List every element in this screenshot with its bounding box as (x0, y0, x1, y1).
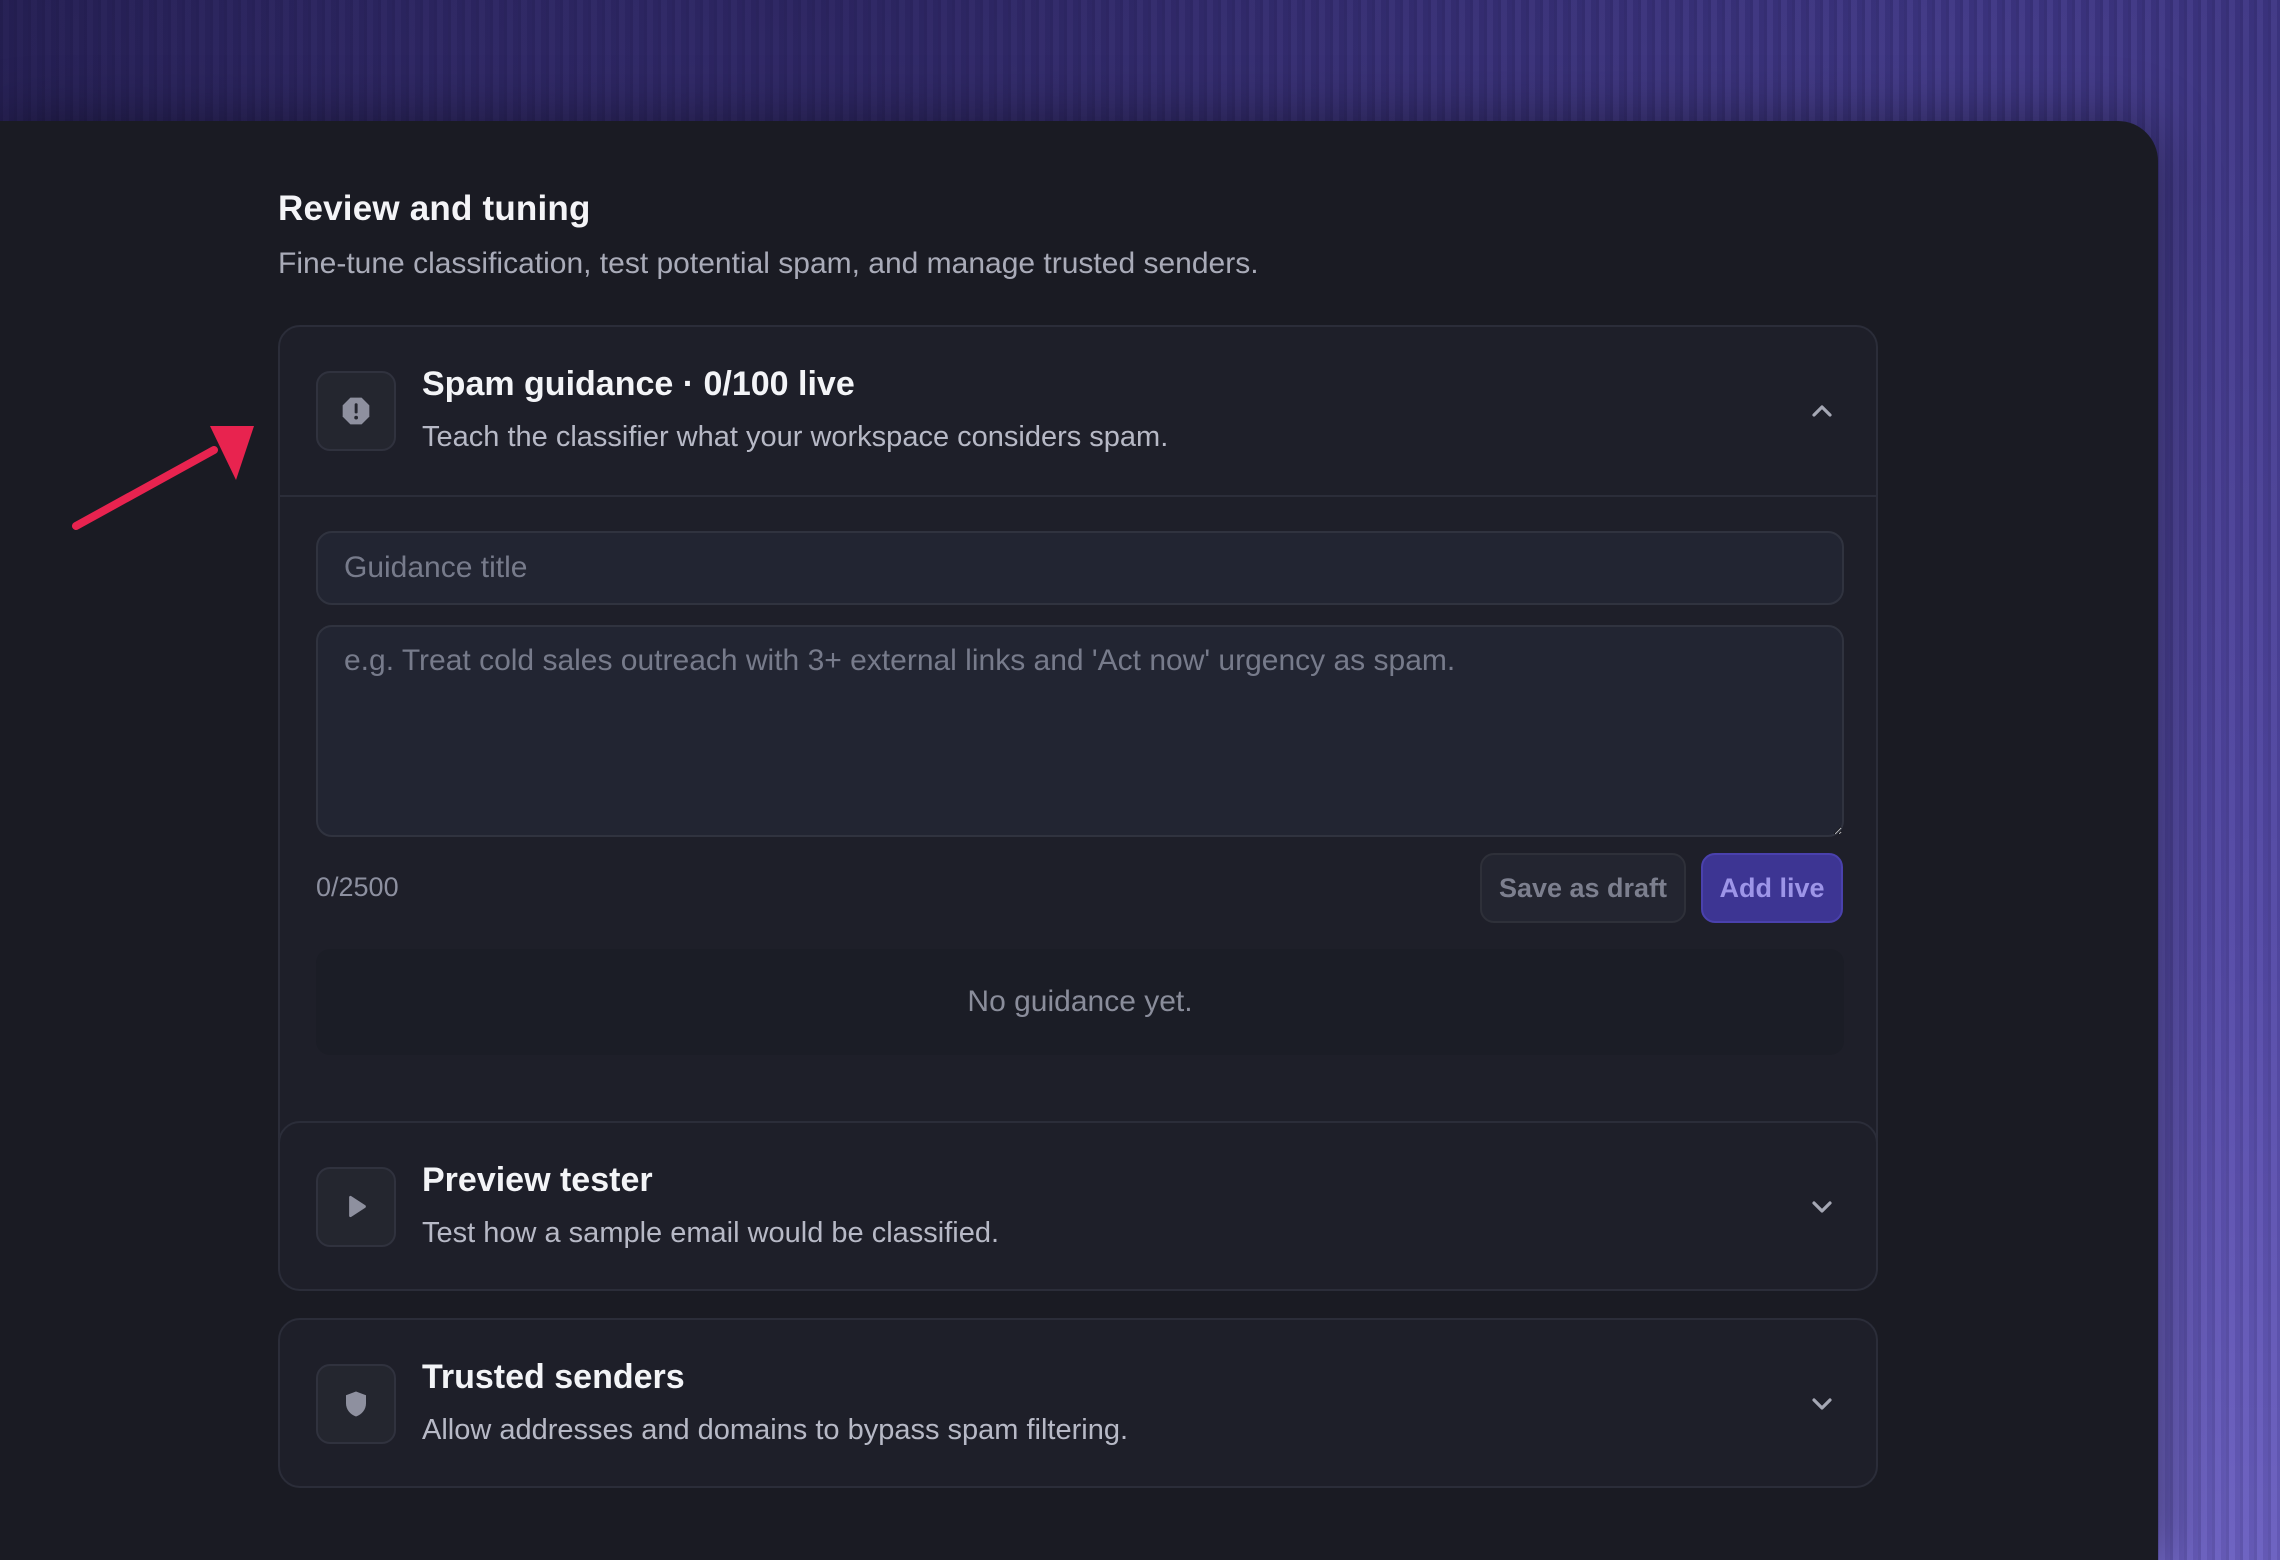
preview-tester-header[interactable]: Preview tester Test how a sample email w… (280, 1123, 1876, 1291)
trusted-senders-description: Allow addresses and domains to bypass sp… (422, 1414, 1129, 1446)
preview-tester-title: Preview tester (422, 1161, 653, 1199)
trusted-senders-header[interactable]: Trusted senders Allow addresses and doma… (280, 1320, 1876, 1488)
card-divider (280, 495, 1876, 497)
guidance-title-input[interactable] (316, 531, 1844, 605)
empty-guidance-message: No guidance yet. (316, 949, 1844, 1055)
spam-guidance-card: Spam guidance · 0/100 live Teach the cla… (278, 325, 1878, 1215)
spam-guidance-header[interactable]: Spam guidance · 0/100 live Teach the cla… (280, 327, 1876, 495)
guidance-body-textarea[interactable] (316, 625, 1844, 837)
trusted-senders-card: Trusted senders Allow addresses and doma… (278, 1318, 1878, 1488)
section-title: Review and tuning (278, 189, 591, 228)
save-as-draft-button[interactable]: Save as draft (1480, 853, 1686, 923)
spam-guidance-title: Spam guidance · 0/100 live (422, 365, 855, 403)
preview-tester-icon-box (316, 1167, 396, 1247)
chevron-up-icon[interactable] (1806, 395, 1838, 427)
section-subtitle: Fine-tune classification, test potential… (278, 247, 1259, 280)
annotation-arrow-icon (72, 426, 254, 530)
trusted-senders-title: Trusted senders (422, 1358, 685, 1396)
preview-tester-card: Preview tester Test how a sample email w… (278, 1121, 1878, 1291)
shield-icon (346, 1391, 366, 1417)
spam-guidance-icon-box (316, 371, 396, 451)
spam-guidance-description: Teach the classifier what your workspace… (422, 421, 1169, 453)
settings-window: Review and tuning Fine-tune classificati… (0, 121, 2158, 1560)
play-icon (349, 1195, 366, 1218)
alert-octagon-icon (342, 397, 370, 425)
chevron-down-icon[interactable] (1806, 1191, 1838, 1223)
chevron-down-icon[interactable] (1806, 1388, 1838, 1420)
char-count: 0/2500 (316, 872, 399, 902)
preview-tester-description: Test how a sample email would be classif… (422, 1217, 1000, 1249)
trusted-senders-icon-box (316, 1364, 396, 1444)
add-live-button[interactable]: Add live (1701, 853, 1843, 923)
